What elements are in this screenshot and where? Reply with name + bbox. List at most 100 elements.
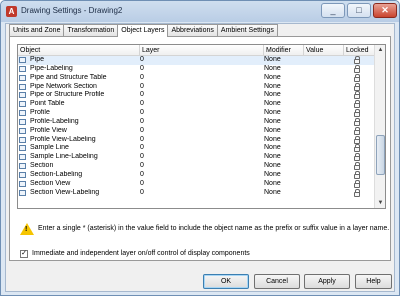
header-locked[interactable]: Locked	[344, 45, 375, 56]
object-type-icon	[19, 153, 28, 162]
app-icon[interactable]: A	[6, 6, 17, 17]
modifier-cell[interactable]: None	[264, 83, 304, 92]
layer-cell[interactable]: 0	[140, 180, 258, 189]
header-modifier[interactable]: Modifier	[264, 45, 304, 56]
modifier-cell[interactable]: None	[264, 136, 304, 145]
table-row[interactable]: Pipe Network Section 0 None	[18, 82, 375, 92]
layer-cell[interactable]: 0	[140, 144, 258, 153]
table-row[interactable]: Pipe and Structure Table 0 None	[18, 73, 375, 83]
modifier-cell[interactable]: None	[264, 189, 304, 198]
lock-icon[interactable]	[354, 179, 366, 189]
lock-icon[interactable]	[354, 64, 366, 74]
lock-icon[interactable]	[354, 126, 366, 136]
table-row[interactable]: Section View 0 None	[18, 179, 375, 189]
lock-icon[interactable]	[354, 135, 366, 145]
lock-icon[interactable]	[354, 144, 366, 153]
header-value[interactable]: Value	[304, 45, 344, 56]
table-row[interactable]: Section-Labeling 0 None	[18, 170, 375, 180]
modifier-cell[interactable]: None	[264, 144, 304, 153]
table-row[interactable]: Profile View 0 None	[18, 126, 375, 136]
tab-units-and-zone[interactable]: Units and Zone	[9, 24, 65, 36]
help-button[interactable]: Help	[355, 274, 392, 289]
lock-icon[interactable]	[354, 170, 366, 180]
layer-cell[interactable]: 0	[140, 189, 258, 198]
modifier-cell[interactable]: None	[264, 171, 304, 180]
minimize-button[interactable]: _	[321, 3, 345, 18]
layer-cell[interactable]: 0	[140, 153, 258, 162]
layer-cell[interactable]: 0	[140, 65, 258, 74]
table-row[interactable]: Profile 0 None	[18, 109, 375, 118]
tab-object-layers[interactable]: Object Layers	[117, 24, 169, 37]
object-cell: Pipe	[30, 56, 45, 63]
scroll-up-button[interactable]: ▲	[375, 45, 385, 55]
ok-button[interactable]: OK	[203, 274, 249, 289]
lock-icon[interactable]	[354, 100, 366, 109]
layer-cell[interactable]: 0	[140, 74, 258, 83]
table-row[interactable]: Sample Line 0 None	[18, 144, 375, 153]
close-button[interactable]: ✕	[373, 3, 397, 18]
modifier-cell[interactable]: None	[264, 162, 304, 171]
layer-cell[interactable]: 0	[140, 109, 258, 118]
object-cell: Sample Line	[30, 144, 69, 152]
table-row[interactable]: Section 0 None	[18, 162, 375, 171]
lock-icon[interactable]	[354, 162, 366, 171]
table-row[interactable]: Sample Line-Labeling 0 None	[18, 153, 375, 162]
modifier-cell[interactable]: None	[264, 153, 304, 162]
scroll-thumb[interactable]	[376, 135, 385, 175]
modifier-cell[interactable]: None	[264, 118, 304, 127]
cancel-button[interactable]: Cancel	[254, 274, 300, 289]
object-type-icon	[19, 136, 28, 145]
object-type-icon	[19, 83, 28, 92]
object-layers-table: Object Layer Modifier Value Locked Pipe 0…	[17, 44, 386, 209]
tab-abbreviations[interactable]: Abbreviations	[167, 24, 218, 36]
lock-icon[interactable]	[354, 91, 366, 100]
layer-cell[interactable]: 0	[140, 171, 258, 180]
lock-icon[interactable]	[354, 82, 366, 92]
scroll-down-button[interactable]: ▼	[375, 198, 385, 208]
lock-icon[interactable]	[354, 188, 366, 198]
modifier-cell[interactable]: None	[264, 65, 304, 74]
layer-cell[interactable]: 0	[140, 91, 258, 100]
layer-cell[interactable]: 0	[140, 100, 258, 109]
lock-icon[interactable]	[354, 109, 366, 118]
table-row[interactable]: Point Table 0 None	[18, 100, 375, 109]
layer-cell[interactable]: 0	[140, 83, 258, 92]
title-bar[interactable]: A Drawing Settings - Drawing2 _ □ ✕	[1, 1, 399, 22]
apply-button[interactable]: Apply	[304, 274, 350, 289]
object-layers-panel: Object Layer Modifier Value Locked Pipe 0…	[9, 36, 391, 261]
object-type-icon	[19, 162, 28, 171]
layer-cell[interactable]: 0	[140, 136, 258, 145]
modifier-cell[interactable]: None	[264, 180, 304, 189]
table-row[interactable]: Profile View-Labeling 0 None	[18, 135, 375, 145]
object-type-icon	[19, 189, 28, 198]
modifier-cell[interactable]: None	[264, 100, 304, 109]
layer-cell[interactable]: 0	[140, 162, 258, 171]
vertical-scrollbar[interactable]: ▲ ▼	[374, 45, 385, 208]
object-cell: Section View	[30, 179, 71, 187]
table-row[interactable]: Pipe 0 None	[18, 56, 375, 65]
header-object[interactable]: Object	[18, 45, 140, 56]
maximize-button[interactable]: □	[347, 3, 371, 18]
lock-icon[interactable]	[354, 73, 366, 83]
object-type-icon	[19, 180, 28, 189]
tab-ambient-settings[interactable]: Ambient Settings	[216, 24, 278, 36]
modifier-cell[interactable]: None	[264, 91, 304, 100]
lock-icon[interactable]	[354, 117, 366, 127]
independent-layer-checkbox[interactable]: ✓	[20, 250, 28, 258]
drawing-settings-window: A Drawing Settings - Drawing2 _ □ ✕ Unit…	[0, 0, 400, 296]
table-row[interactable]: Profile-Labeling 0 None	[18, 117, 375, 127]
table-row[interactable]: Section View-Labeling 0 None	[18, 188, 375, 198]
lock-icon[interactable]	[354, 56, 366, 65]
layer-cell[interactable]: 0	[140, 127, 258, 136]
header-layer[interactable]: Layer	[140, 45, 264, 56]
modifier-cell[interactable]: None	[264, 109, 304, 118]
table-row[interactable]: Pipe or Structure Profile 0 None	[18, 91, 375, 100]
layer-cell[interactable]: 0	[140, 56, 258, 65]
layer-cell[interactable]: 0	[140, 118, 258, 127]
modifier-cell[interactable]: None	[264, 74, 304, 83]
modifier-cell[interactable]: None	[264, 56, 304, 65]
modifier-cell[interactable]: None	[264, 127, 304, 136]
table-row[interactable]: Pipe-Labeling 0 None	[18, 64, 375, 74]
lock-icon[interactable]	[354, 153, 366, 162]
tab-transformation[interactable]: Transformation	[63, 24, 119, 36]
